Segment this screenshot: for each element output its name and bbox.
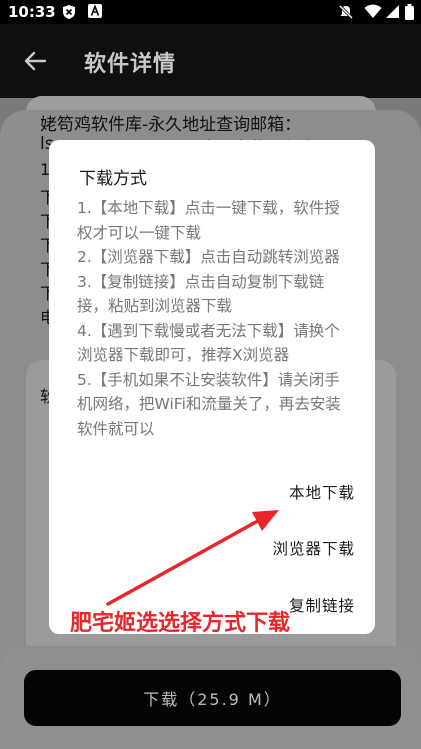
status-time: 10:33	[8, 3, 56, 21]
annotation-text: 肥宅姬选选择方式下载	[70, 611, 291, 636]
download-method-dialog: 下载方式 1.【本地下载】点击一键下载，软件授权才可以一键下载 2.【浏览器下载…	[49, 140, 375, 634]
dialog-title: 下载方式	[79, 169, 147, 189]
background-notice-line: 姥笱鸡软件库-永久地址查询邮箱：	[40, 115, 302, 135]
wifi-icon	[364, 4, 382, 18]
back-arrow-icon[interactable]	[22, 48, 48, 74]
instruction-item: 4.【遇到下载慢或者无法下载】请换个浏览器下载即可，推荐X浏览器	[77, 321, 340, 365]
shield-icon	[63, 5, 75, 19]
a-badge-icon	[88, 4, 102, 18]
instruction-item: 5.【手机如果不让安装软件】请关闭手机网络，把WiFi和流量关了，再去安装软件就…	[77, 370, 341, 438]
instruction-item: 1.【本地下载】点击一键下载，软件授权才可以一键下载	[77, 199, 340, 242]
dialog-instructions: 1.【本地下载】点击一键下载，软件授权才可以一键下载 2.【浏览器下载】点击自动…	[77, 196, 352, 441]
app-bar: 软件详情	[0, 24, 421, 98]
download-button[interactable]: 下载（25.9 M）	[24, 670, 401, 726]
page-title: 软件详情	[84, 52, 177, 77]
signal-icon	[386, 5, 399, 18]
local-download-option[interactable]: 本地下载	[289, 481, 355, 503]
status-bar: 10:33	[0, 0, 421, 24]
copy-link-option[interactable]: 复制链接	[289, 594, 355, 616]
browser-download-option[interactable]: 浏览器下载	[272, 537, 355, 559]
instruction-item: 3.【复制链接】点击自动复制下载链接，粘贴到浏览器下载	[77, 272, 325, 316]
battery-icon	[405, 4, 414, 20]
instruction-item: 2.【浏览器下载】点击自动跳转浏览器	[77, 248, 340, 266]
mute-icon	[338, 4, 354, 20]
